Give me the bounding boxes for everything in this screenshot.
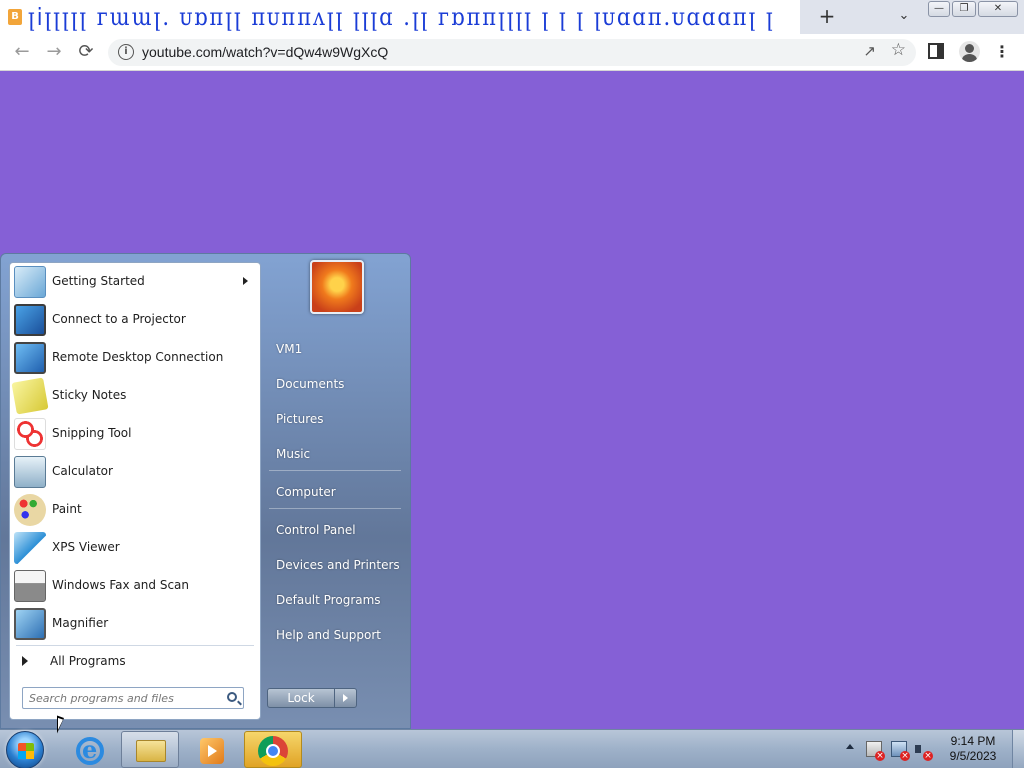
program-label: Magnifier (52, 616, 109, 630)
projector-icon (14, 304, 46, 336)
taskbar-media-player[interactable] (182, 731, 240, 768)
start-item-devices-printers[interactable]: Devices and Printers (269, 552, 405, 580)
program-label: Windows Fax and Scan (52, 578, 190, 592)
share-icon[interactable]: ↗ (863, 42, 876, 60)
start-item-default-programs[interactable]: Default Programs (269, 587, 405, 615)
address-bar[interactable]: i youtube.com/watch?v=dQw4w9WgXcQ ↗ ☆ (108, 39, 916, 66)
file-explorer-icon (136, 740, 166, 762)
start-menu: Getting Started Connect to a Projector R… (0, 253, 411, 729)
url-text[interactable]: youtube.com/watch?v=dQw4w9WgXcQ (142, 44, 388, 60)
loading-spinner-icon[interactable]: ⟳ (74, 40, 98, 64)
profile-avatar-icon[interactable] (959, 41, 980, 62)
program-remote-desktop[interactable]: Remote Desktop Connection (10, 339, 260, 377)
program-label: Remote Desktop Connection (52, 350, 224, 364)
tab-strip: B ꞁ𝗂ꞁꞁꞁꞁꞁ ᴦɯɯꞁ. ᴜɒᴨꞁꞁ ᴨᴜᴨᴨᴧꞁꞁ ꞁꞁꞁɑ .ꞁꞁ ᴦ… (0, 0, 1024, 34)
program-label: Snipping Tool (52, 426, 132, 440)
programs-divider (16, 645, 254, 646)
new-tab-button[interactable]: + (815, 4, 839, 28)
start-item-help-support[interactable]: Help and Support (269, 622, 405, 650)
right-pane-divider (269, 508, 401, 509)
program-label: Sticky Notes (52, 388, 127, 402)
search-icon[interactable] (227, 692, 237, 702)
media-player-icon (200, 738, 224, 764)
program-connect-projector[interactable]: Connect to a Projector (10, 301, 260, 339)
forward-arrow-icon[interactable]: → (42, 40, 66, 64)
program-magnifier[interactable]: Magnifier (10, 605, 260, 643)
program-calculator[interactable]: Calculator (10, 453, 260, 491)
lock-button[interactable]: Lock (267, 688, 335, 708)
start-button[interactable] (6, 731, 44, 768)
program-label: Connect to a Projector (52, 312, 186, 326)
start-menu-programs-pane: Getting Started Connect to a Projector R… (9, 262, 261, 720)
submenu-arrow-icon[interactable] (243, 277, 248, 285)
site-info-icon[interactable]: i (118, 44, 134, 60)
volume-muted-icon[interactable] (915, 741, 933, 761)
tab-favicon-icon: B (8, 9, 22, 25)
fax-icon (14, 570, 46, 602)
browser-toolbar: ← → ⟳ i youtube.com/watch?v=dQw4w9WgXcQ … (0, 34, 1024, 71)
scissors-icon (14, 418, 46, 450)
program-label: Getting Started (52, 274, 145, 288)
user-avatar[interactable] (310, 260, 364, 314)
calculator-icon (14, 456, 46, 488)
start-item-computer[interactable]: Computer (269, 479, 405, 507)
side-panel-icon[interactable] (928, 43, 944, 59)
program-snipping-tool[interactable]: Snipping Tool (10, 415, 260, 453)
all-programs-button[interactable]: All Programs (10, 649, 260, 675)
start-item-control-panel[interactable]: Control Panel (269, 517, 405, 545)
restore-button[interactable]: ❐ (952, 1, 976, 17)
search-input[interactable] (29, 690, 219, 706)
program-label: Paint (52, 502, 82, 516)
taskbar-file-explorer[interactable] (121, 731, 179, 768)
remote-desktop-icon (14, 342, 46, 374)
program-sticky-notes[interactable]: Sticky Notes (10, 377, 260, 415)
network-icon[interactable] (891, 741, 910, 761)
shutdown-options-arrow-button[interactable] (335, 688, 357, 708)
close-window-button[interactable]: ✕ (978, 1, 1018, 17)
xps-viewer-icon (14, 532, 46, 564)
internet-explorer-icon (76, 735, 104, 765)
bookmark-star-icon[interactable]: ☆ (891, 40, 906, 60)
windows-logo-icon (18, 743, 34, 759)
taskbar-chrome[interactable] (244, 731, 302, 768)
tab-search-chevron-icon[interactable]: ⌄ (894, 6, 914, 26)
getting-started-icon (14, 266, 46, 298)
clock-time: 9:14 PM (950, 734, 996, 748)
chrome-icon (258, 736, 288, 766)
all-programs-arrow-icon (22, 656, 28, 666)
program-paint[interactable]: Paint (10, 491, 260, 529)
taskbar: 9:14 PM 9/5/2023 (0, 729, 1024, 768)
start-item-user[interactable]: VM1 (269, 336, 405, 364)
sticky-notes-icon (11, 377, 49, 415)
browser-menu-icon[interactable]: ⋮ (994, 41, 1010, 63)
start-search-box[interactable] (22, 687, 244, 709)
show-desktop-button[interactable] (1012, 730, 1024, 768)
program-xps-viewer[interactable]: XPS Viewer (10, 529, 260, 567)
clock-date: 9/5/2023 (949, 749, 997, 763)
minimize-button[interactable]: — (928, 1, 950, 17)
start-item-music[interactable]: Music (269, 441, 405, 469)
action-center-flag-icon[interactable] (866, 741, 885, 761)
program-fax-scan[interactable]: Windows Fax and Scan (10, 567, 260, 605)
back-arrow-icon[interactable]: ← (10, 40, 34, 64)
program-label: Calculator (52, 464, 113, 478)
start-item-documents[interactable]: Documents (269, 371, 405, 399)
start-item-pictures[interactable]: Pictures (269, 406, 405, 434)
right-pane-divider (269, 470, 401, 471)
taskbar-clock[interactable]: 9:14 PM 9/5/2023 (940, 734, 1006, 764)
browser-tab[interactable]: B ꞁ𝗂ꞁꞁꞁꞁꞁ ᴦɯɯꞁ. ᴜɒᴨꞁꞁ ᴨᴜᴨᴨᴧꞁꞁ ꞁꞁꞁɑ .ꞁꞁ ᴦ… (0, 0, 800, 34)
program-label: XPS Viewer (52, 540, 120, 554)
program-getting-started[interactable]: Getting Started (10, 263, 260, 301)
all-programs-label: All Programs (50, 654, 126, 668)
magnifier-icon (14, 608, 46, 640)
tab-title: ꞁ𝗂ꞁꞁꞁꞁꞁ ᴦɯɯꞁ. ᴜɒᴨꞁꞁ ᴨᴜᴨᴨᴧꞁꞁ ꞁꞁꞁɑ .ꞁꞁ ᴦɒᴨ… (28, 3, 775, 31)
show-hidden-icons-icon[interactable] (846, 744, 854, 749)
paint-palette-icon (14, 494, 46, 526)
